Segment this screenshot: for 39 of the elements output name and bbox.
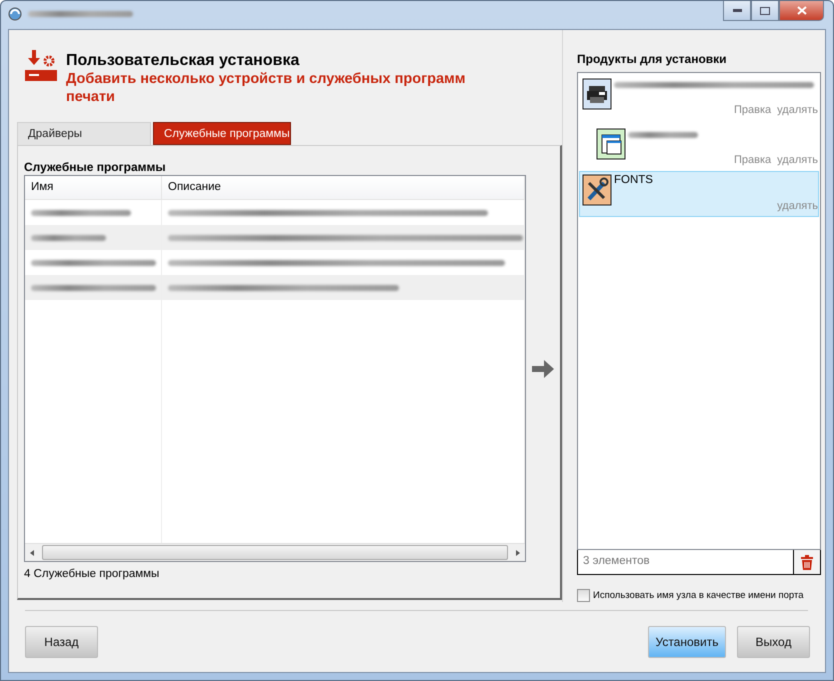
section-heading: Служебные программы [24, 160, 167, 175]
window-icon [596, 128, 626, 160]
redacted-text [628, 132, 698, 138]
tools-icon [582, 174, 612, 206]
tab[interactable]: Служебные программы [153, 122, 291, 145]
dialog-button[interactable]: Установить [648, 626, 726, 658]
product-item[interactable]: FONTS удалять [579, 171, 819, 217]
product-item[interactable]: Правка удалять [579, 121, 819, 171]
product-item[interactable]: Правка удалять [579, 75, 819, 121]
product-action-link[interactable]: Правка [734, 104, 772, 116]
install-icon [25, 50, 57, 82]
app-icon [8, 7, 22, 21]
product-action-link[interactable]: удалять [777, 154, 818, 166]
trash-icon [801, 554, 813, 570]
dialog-button[interactable]: Выход [737, 626, 810, 658]
maximize-icon [760, 6, 770, 14]
product-action-link[interactable]: удалять [777, 104, 818, 116]
page-title: Пользовательская установка [66, 52, 300, 70]
product-action-link[interactable]: удалять [777, 200, 818, 212]
printer-icon [582, 78, 612, 110]
close-icon [796, 6, 806, 15]
close-button[interactable] [779, 1, 824, 21]
column-header[interactable]: Описание [162, 176, 525, 199]
horizontal-scrollbar[interactable] [25, 543, 525, 561]
utilities-count: 4 Служебные программы [24, 567, 160, 580]
section-heading: Продукты для установки [577, 52, 728, 67]
checkbox[interactable] [577, 589, 590, 602]
minimize-button[interactable] [723, 1, 751, 21]
tab[interactable]: Драйверы [17, 122, 151, 145]
product-action-link[interactable]: Правка [734, 154, 772, 166]
product-name: FONTS [614, 174, 653, 186]
column-header[interactable]: Имя [25, 176, 162, 199]
add-arrow-icon[interactable] [532, 360, 554, 378]
minimize-icon [732, 9, 742, 12]
page-subtitle: Добавить несколько устройств и служебных программ печати [66, 70, 467, 106]
trash-button[interactable] [794, 550, 820, 574]
dialog-button[interactable]: Назад [25, 626, 98, 658]
maximize-button[interactable] [751, 1, 779, 21]
checkbox-label: Использовать имя узла в качестве имени порта [593, 590, 804, 601]
